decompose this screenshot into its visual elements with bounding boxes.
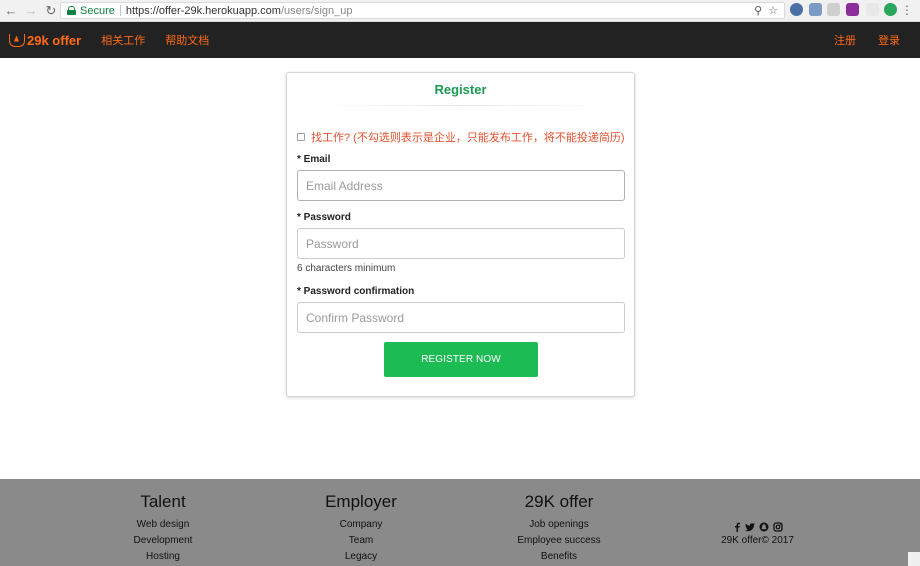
job-seeker-option: 找工作? (不勾选则表示是企业，只能发布工作，将不能投递简历) xyxy=(297,129,625,145)
back-icon[interactable]: ← xyxy=(2,2,20,20)
globe-extension-icon[interactable] xyxy=(790,3,803,16)
password-label: * Password xyxy=(297,212,351,223)
adblock-extension-icon[interactable] xyxy=(846,3,859,16)
footer-link[interactable]: Hosting xyxy=(113,551,213,562)
reload-icon[interactable]: ↻ xyxy=(42,2,60,20)
footer-heading: Talent xyxy=(140,492,186,511)
instagram-icon[interactable] xyxy=(772,522,783,532)
form-title: Register xyxy=(434,82,487,97)
title-divider xyxy=(315,105,606,106)
password-confirmation-field[interactable] xyxy=(297,302,625,333)
password-field[interactable] xyxy=(297,228,625,259)
footer: Talent Web design Development Hosting Em… xyxy=(0,479,920,566)
snapchat-icon[interactable] xyxy=(759,522,769,532)
register-now-button[interactable]: REGISTER NOW xyxy=(384,342,538,377)
puzzle-extension-icon[interactable] xyxy=(827,3,840,16)
footer-link[interactable]: Job openings xyxy=(504,519,614,530)
url-host: https://offer-29k.herokuapp.com xyxy=(125,4,281,17)
nav-link-register[interactable]: 注册 xyxy=(834,32,856,48)
nav-link-related-jobs[interactable]: 相关工作 xyxy=(101,32,145,48)
footer-link[interactable]: Benefits xyxy=(504,551,614,562)
footer-link[interactable]: Team xyxy=(306,535,416,546)
footer-link[interactable]: Employee success xyxy=(504,535,614,546)
twitter-icon[interactable] xyxy=(744,522,755,532)
address-separator xyxy=(119,5,121,16)
footer-heading: 29K offer xyxy=(524,492,594,511)
email-field[interactable] xyxy=(297,170,625,201)
secure-label: Secure xyxy=(80,4,115,17)
bookmark-star-icon[interactable]: ☆ xyxy=(768,4,778,17)
footer-column-employer: Employer Company Team Legacy xyxy=(306,492,416,562)
footer-heading: Employer xyxy=(325,492,397,511)
nav-link-login[interactable]: 登录 xyxy=(878,32,900,48)
address-bar[interactable]: Secure https://offer-29k.herokuapp.com/u… xyxy=(60,2,785,19)
menu-icon[interactable]: ⋮ xyxy=(901,3,913,17)
footer-link[interactable]: Legacy xyxy=(306,551,416,562)
lock-icon xyxy=(67,6,76,15)
facebook-icon[interactable] xyxy=(733,522,741,532)
brand-name: 29k offer xyxy=(27,32,82,48)
job-seeker-checkbox[interactable] xyxy=(297,133,305,141)
nav-link-help-docs[interactable]: 帮助文档 xyxy=(165,32,209,48)
copyright-text: 29K offer© 2017 xyxy=(721,535,794,546)
password-confirmation-label: * Password confirmation xyxy=(297,286,415,297)
sync-extension-icon[interactable] xyxy=(809,3,822,16)
profile-extension-icon[interactable] xyxy=(884,3,897,16)
footer-link[interactable]: Web design xyxy=(113,519,213,530)
footer-link[interactable]: Company xyxy=(306,519,416,530)
scrollbar-corner xyxy=(908,552,920,566)
social-block: 29K offer© 2017 xyxy=(700,521,815,546)
brand-logo[interactable]: 29k offer xyxy=(9,33,81,48)
footer-column-29k-offer: 29K offer Job openings Employee success … xyxy=(504,492,614,562)
social-icons xyxy=(700,521,815,533)
password-hint: 6 characters minimum xyxy=(297,263,396,274)
main-content: Register 找工作? (不勾选则表示是企业，只能发布工作，将不能投递简历)… xyxy=(0,58,920,479)
browser-toolbar: ← → ↻ Secure https://offer-29k.herokuapp… xyxy=(0,0,920,22)
url-path: /users/sign_up xyxy=(280,4,353,17)
register-card: Register 找工作? (不勾选则表示是企业，只能发布工作，将不能投递简历)… xyxy=(286,72,635,397)
flame-icon xyxy=(9,33,25,47)
key-icon[interactable]: ⚲ xyxy=(754,4,762,17)
forward-icon[interactable]: → xyxy=(22,2,40,20)
footer-column-talent: Talent Web design Development Hosting xyxy=(113,492,213,562)
job-seeker-label[interactable]: 找工作? (不勾选则表示是企业，只能发布工作，将不能投递简历) xyxy=(311,129,625,145)
email-label: * Email xyxy=(297,154,331,165)
shield-extension-icon[interactable] xyxy=(866,3,879,16)
footer-link[interactable]: Development xyxy=(113,535,213,546)
top-navbar: 29k offer 相关工作 帮助文档 注册 登录 xyxy=(0,22,920,58)
